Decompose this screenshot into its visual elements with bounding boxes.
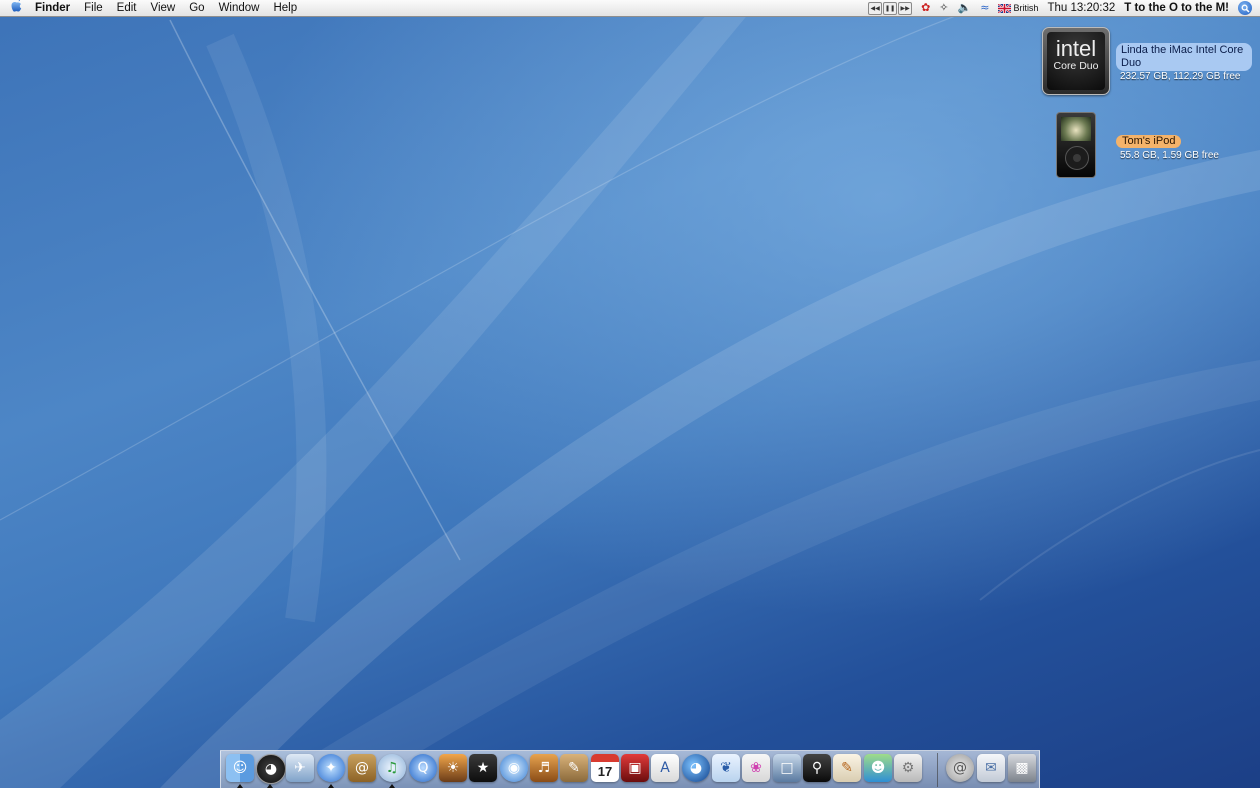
iphoto-icon[interactable]: ☀: [439, 754, 467, 782]
hard-drive-label[interactable]: Linda the iMac Intel Core Duo: [1116, 43, 1252, 71]
feather-app-icon[interactable]: ❦: [712, 754, 740, 782]
dock: ☺ ◕ ✈ ✦ @ ♫ Q ☀ ★ ◉ ♬ ✎ 17 ▣ A ◕ ❦ ❀ □ ⚲…: [220, 750, 1040, 788]
menu-clock[interactable]: Thu 13:20:32: [1047, 2, 1115, 14]
input-source-label: British: [1013, 3, 1039, 13]
running-indicator: [328, 784, 334, 788]
dashboard-icon[interactable]: ◕: [256, 754, 286, 784]
script-editor-icon[interactable]: ✎: [833, 754, 861, 782]
iweb-icon[interactable]: ✎: [560, 754, 588, 782]
itunes-icon[interactable]: ♫: [378, 754, 406, 782]
previous-track-icon[interactable]: ◀◀: [868, 1, 883, 15]
spotlight-icon[interactable]: [1238, 1, 1252, 15]
dock-separator: [937, 753, 938, 787]
apple-menu-icon[interactable]: [10, 0, 23, 18]
bluetooth-icon[interactable]: ✧: [939, 0, 948, 16]
google-earth-icon[interactable]: ◕: [682, 754, 710, 782]
intel-logo-text: intel: [1055, 36, 1097, 61]
garageband-icon[interactable]: ♬: [530, 754, 558, 782]
imovie-icon[interactable]: ★: [469, 754, 497, 782]
ipod-click-wheel: [1065, 146, 1089, 170]
ipod-icon[interactable]: [1056, 112, 1096, 178]
volume-icon[interactable]: 🔈: [958, 0, 972, 16]
menu-help[interactable]: Help: [266, 0, 304, 16]
menu-view[interactable]: View: [144, 0, 183, 16]
media-controls: ◀◀ ❚❚ ▶▶: [868, 1, 913, 15]
quicktime-icon[interactable]: Q: [409, 754, 437, 782]
finder-icon[interactable]: ☺: [226, 754, 254, 782]
ipod-info: 55.8 GB, 1.59 GB free: [1120, 150, 1219, 161]
address-book-icon[interactable]: @: [348, 754, 376, 782]
textedit-icon[interactable]: A: [651, 754, 679, 782]
documents-stack-icon[interactable]: ✉: [977, 754, 1005, 782]
ical-date: 17: [597, 763, 613, 779]
trash-icon[interactable]: ▩: [1008, 754, 1036, 782]
safari-icon[interactable]: ✦: [317, 754, 345, 782]
menu-extra-bug-icon[interactable]: ✿: [921, 0, 930, 16]
idvd-icon[interactable]: ◉: [500, 754, 528, 782]
photo-booth-icon[interactable]: ▣: [621, 754, 649, 782]
core-duo-text: Core Duo: [1053, 60, 1099, 72]
mail-icon[interactable]: ✈: [286, 754, 314, 782]
next-track-icon[interactable]: ▶▶: [898, 1, 913, 15]
messenger-icon[interactable]: ☻: [864, 754, 892, 782]
union-jack-icon: [998, 3, 1012, 13]
input-menu[interactable]: British: [998, 3, 1038, 13]
running-indicator: [237, 784, 243, 788]
menu-go[interactable]: Go: [182, 0, 211, 16]
menu-window[interactable]: Window: [212, 0, 267, 16]
front-row-icon[interactable]: □: [773, 754, 801, 782]
pause-icon[interactable]: ❚❚: [883, 1, 898, 15]
preview-icon[interactable]: ⚲: [803, 754, 831, 782]
running-indicator: [267, 784, 273, 788]
ipod-screen: [1061, 117, 1091, 141]
running-indicator: [389, 784, 395, 788]
app-menu-finder[interactable]: Finder: [23, 0, 77, 16]
ipod-label[interactable]: Tom's iPod: [1116, 135, 1182, 148]
hard-drive-icon[interactable]: intel Core Duo: [1042, 27, 1110, 95]
menu-bar: Finder File Edit View Go Window Help ◀◀ …: [0, 0, 1260, 17]
ical-icon[interactable]: 17: [591, 754, 619, 782]
menu-edit[interactable]: Edit: [110, 0, 144, 16]
butterfly-app-icon[interactable]: ❀: [742, 754, 770, 782]
wifi-icon[interactable]: ≈: [980, 0, 989, 16]
hard-drive-info: 232.57 GB, 112.29 GB free: [1120, 71, 1241, 82]
system-preferences-icon[interactable]: ⚙: [894, 754, 922, 782]
menu-file[interactable]: File: [77, 0, 110, 16]
fast-user-switch-menu[interactable]: T to the O to the M!: [1124, 2, 1229, 14]
downloads-stack-icon[interactable]: @: [946, 754, 974, 782]
